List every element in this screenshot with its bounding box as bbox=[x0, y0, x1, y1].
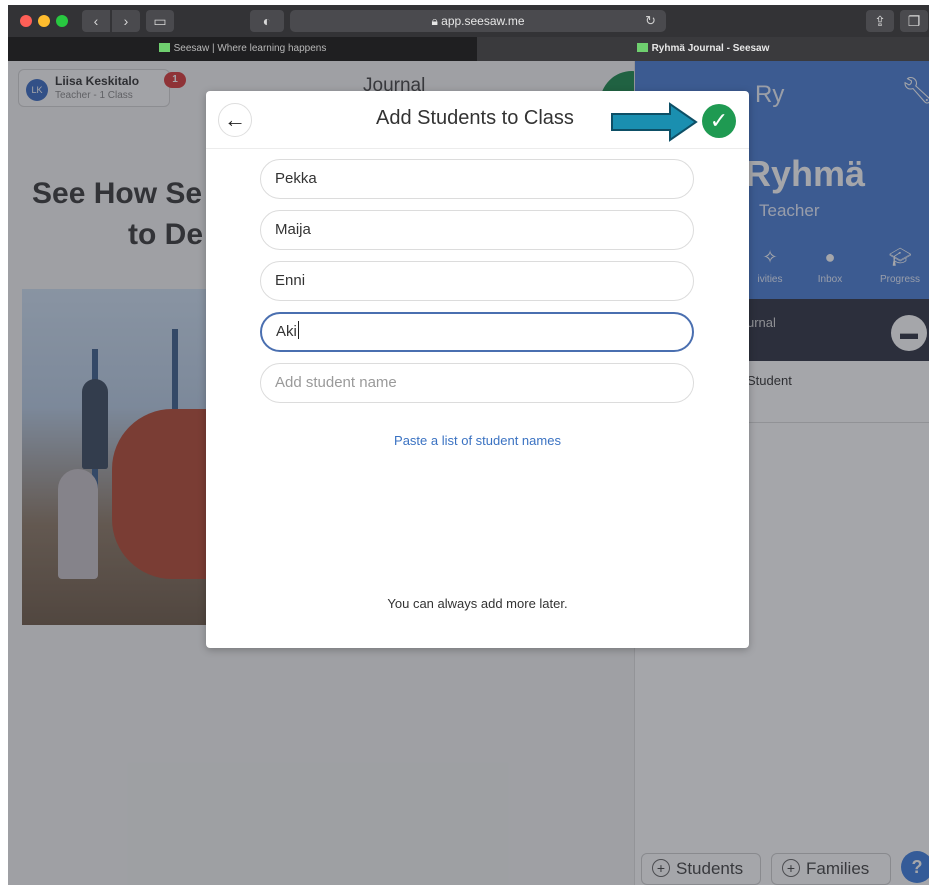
dialog-header: ← Add Students to Class ✓ bbox=[206, 91, 749, 149]
tab-ryhma-journal[interactable]: Ryhmä Journal - Seesaw bbox=[477, 37, 929, 61]
close-window-button[interactable] bbox=[20, 15, 32, 27]
tab-label: Ryhmä Journal - Seesaw bbox=[651, 43, 770, 54]
tab-seesaw-home[interactable]: Seesaw | Where learning happens bbox=[8, 37, 477, 61]
chevron-left-icon: ‹ bbox=[93, 13, 99, 29]
back-nav-button[interactable]: ‹ bbox=[82, 10, 110, 32]
tabs-icon: ❐ bbox=[907, 13, 921, 29]
share-icon: ⇪ bbox=[874, 13, 886, 29]
field-value: Aki bbox=[276, 323, 297, 340]
add-later-note: You can always add more later. bbox=[387, 596, 568, 611]
arrow-left-icon: ← bbox=[224, 107, 246, 132]
show-tabs-button[interactable]: ❐ bbox=[900, 10, 928, 32]
tab-label: Seesaw | Where learning happens bbox=[173, 43, 327, 54]
address-text: app.seesaw.me bbox=[441, 14, 525, 28]
share-button[interactable]: ⇪ bbox=[866, 10, 894, 32]
text-caret bbox=[297, 321, 299, 339]
student-name-field[interactable]: Maija bbox=[260, 210, 694, 250]
shield-icon: ◐ bbox=[262, 13, 272, 29]
browser-window-chrome: ‹ › ▭ ◐ 🔒︎ app.seesaw.me ↻ ⇪ ❐ Seesaw | … bbox=[8, 5, 929, 61]
forward-nav-button[interactable]: › bbox=[112, 10, 140, 32]
privacy-report-button[interactable]: ◐ bbox=[250, 10, 284, 32]
chevron-right-icon: › bbox=[123, 13, 129, 29]
reload-icon[interactable]: ↻ bbox=[645, 10, 656, 32]
confirm-button[interactable]: ✓ bbox=[702, 104, 736, 138]
seesaw-favicon-icon bbox=[158, 43, 170, 52]
student-name-field[interactable]: Pekka bbox=[260, 159, 694, 199]
minimize-window-button[interactable] bbox=[38, 15, 50, 27]
zoom-window-button[interactable] bbox=[56, 15, 68, 27]
add-students-dialog: ← Add Students to Class ✓ Pekka Maija En… bbox=[206, 91, 749, 648]
pointer-arrow-icon bbox=[611, 102, 698, 142]
sidebar-toggle-button[interactable]: ▭ bbox=[146, 10, 174, 32]
sidebar-icon: ▭ bbox=[153, 13, 167, 29]
tab-bar: Seesaw | Where learning happens Ryhmä Jo… bbox=[8, 37, 929, 61]
address-bar[interactable]: 🔒︎ app.seesaw.me ↻ bbox=[290, 10, 666, 32]
new-student-name-field[interactable]: Add student name bbox=[260, 363, 694, 403]
paste-student-list-link[interactable]: Paste a list of student names bbox=[206, 433, 749, 448]
lock-icon: 🔒︎ bbox=[431, 14, 442, 28]
seesaw-favicon-icon bbox=[636, 43, 648, 52]
checkmark-icon: ✓ bbox=[709, 108, 729, 133]
student-name-field[interactable]: Enni bbox=[260, 261, 694, 301]
browser-toolbar: ‹ › ▭ ◐ 🔒︎ app.seesaw.me ↻ ⇪ ❐ bbox=[8, 5, 929, 37]
dialog-title: Add Students to Class bbox=[376, 107, 574, 129]
student-name-field-active[interactable]: Aki bbox=[260, 312, 694, 352]
back-button[interactable]: ← bbox=[218, 103, 252, 137]
